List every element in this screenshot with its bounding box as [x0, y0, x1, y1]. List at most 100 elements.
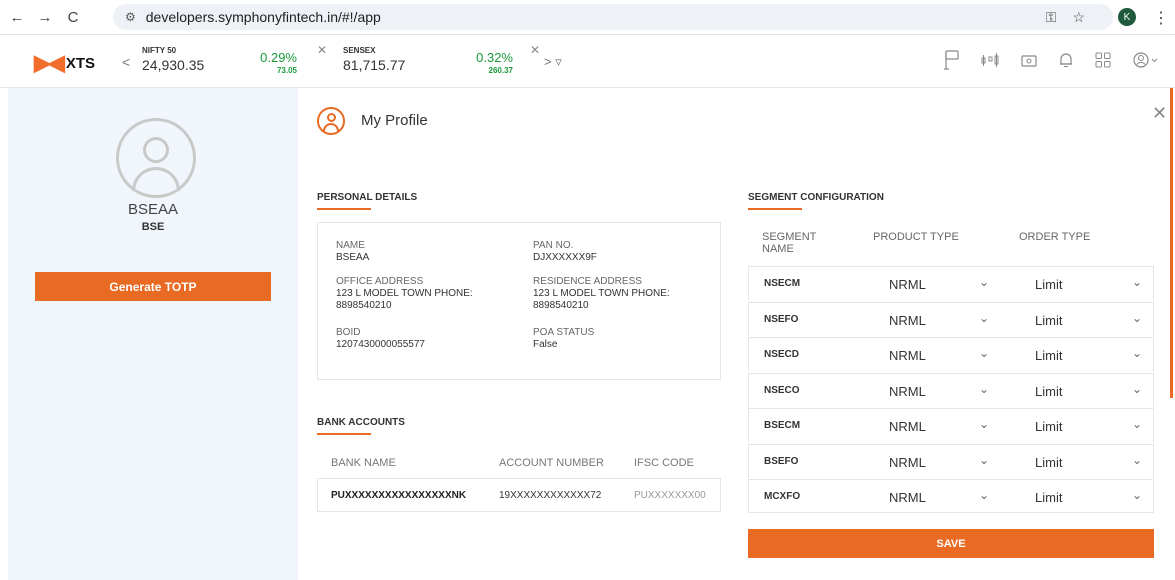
- product-type-select[interactable]: NRML: [889, 384, 926, 399]
- address-bar[interactable]: ⚙ developers.symphonyfintech.in/#!/app: [113, 4, 1113, 30]
- chevron-down-icon[interactable]: ⌄: [979, 417, 989, 431]
- chevron-down-icon[interactable]: ⌄: [1132, 417, 1142, 431]
- table-row: NSECD NRML ⌄ Limit ⌄: [748, 337, 1154, 371]
- chevron-down-icon[interactable]: ⌄: [979, 382, 989, 396]
- segment-name: NSECD: [764, 349, 800, 360]
- save-button[interactable]: SAVE: [748, 529, 1154, 558]
- product-type-select[interactable]: NRML: [889, 313, 926, 328]
- segment-name: NSECM: [764, 278, 801, 289]
- pan-label: PAN NO.: [533, 240, 574, 251]
- office-address-label: OFFICE ADDRESS: [336, 276, 424, 287]
- ticker-change-pct: 0.32%: [476, 50, 513, 65]
- bank-header-ifsc: IFSC CODE: [634, 457, 694, 469]
- back-icon[interactable]: ←: [6, 6, 28, 28]
- poa-status-label: POA STATUS: [533, 327, 595, 338]
- chevron-down-icon[interactable]: ⌄: [979, 275, 989, 289]
- chevron-down-icon[interactable]: ⌄: [979, 346, 989, 360]
- section-underline: [748, 208, 802, 210]
- chevron-down-icon[interactable]: ⌄: [1132, 275, 1142, 289]
- table-row: BSEFO NRML ⌄ Limit ⌄: [748, 443, 1154, 478]
- product-type-select[interactable]: NRML: [889, 348, 926, 363]
- segment-name: MCXFO: [764, 491, 801, 502]
- profile-icon: [317, 107, 345, 135]
- ticker-change-pct: 0.29%: [260, 50, 297, 65]
- personal-details-title: PERSONAL DETAILS: [317, 192, 418, 203]
- residence-address-value: 123 L MODEL TOWN PHONE: 8898540210: [533, 288, 670, 311]
- profile-avatar[interactable]: K: [1118, 8, 1136, 26]
- url-text: developers.symphonyfintech.in/#!/app: [145, 9, 381, 25]
- residence-address-label: RESIDENCE ADDRESS: [533, 276, 642, 287]
- app-header: ▶◀ XTS < NIFTY 50 24,930.35 0.29% 73.05 …: [0, 36, 1175, 88]
- bank-name-cell: PUXXXXXXXXXXXXXXXXNK: [331, 490, 467, 501]
- section-underline: [317, 433, 371, 435]
- chevron-down-icon[interactable]: ⌄: [979, 488, 989, 502]
- segment-name: NSECO: [764, 384, 800, 396]
- bank-header-name: BANK NAME: [331, 457, 396, 469]
- wallet-icon[interactable]: [1021, 54, 1037, 71]
- chevron-down-icon[interactable]: ⌄: [1132, 346, 1142, 360]
- table-row: BSECM NRML ⌄ Limit ⌄: [748, 408, 1154, 442]
- personal-details-card: NAME BSEAA PAN NO. DJXXXXXX9F OFFICE ADD…: [317, 222, 721, 380]
- order-type-select[interactable]: Limit: [1035, 419, 1062, 434]
- segment-name: BSECM: [764, 420, 801, 431]
- product-type-select[interactable]: NRML: [889, 277, 926, 292]
- user-name: BSEAA: [127, 201, 179, 218]
- order-type-select[interactable]: Limit: [1035, 384, 1062, 399]
- name-label: NAME: [336, 240, 365, 251]
- table-row: NSECO NRML ⌄ Limit ⌄: [748, 372, 1154, 407]
- table-row: PUXXXXXXXXXXXXXXXXNK 19XXXXXXXXXXXX72 PU…: [317, 478, 721, 512]
- user-menu-icon[interactable]: [1133, 52, 1159, 72]
- generate-totp-button[interactable]: Generate TOTP: [35, 272, 271, 301]
- segment-name: BSEFO: [764, 455, 799, 467]
- bell-icon[interactable]: [1059, 52, 1073, 72]
- order-type-select[interactable]: Limit: [1035, 455, 1062, 470]
- chevron-down-icon[interactable]: ⌄: [1132, 453, 1142, 467]
- boid-label: BOID: [336, 327, 361, 338]
- close-icon[interactable]: ✕: [1152, 103, 1167, 124]
- ticker-change-val: 260.37: [488, 66, 513, 75]
- order-type-select[interactable]: Limit: [1035, 313, 1062, 328]
- segment-header-name: SEGMENT NAME: [762, 231, 817, 255]
- segment-config-title: SEGMENT CONFIGURATION: [748, 192, 884, 203]
- forward-icon[interactable]: →: [34, 6, 56, 28]
- candlestick-icon[interactable]: [981, 53, 999, 71]
- site-info-icon[interactable]: ⚙: [125, 10, 136, 24]
- ifsc-code-cell: PUXXXXXXX00: [634, 490, 706, 501]
- logo-mark-icon: ▶◀: [34, 50, 65, 75]
- order-type-select[interactable]: Limit: [1035, 348, 1062, 363]
- product-type-select[interactable]: NRML: [889, 490, 926, 505]
- chevron-down-icon[interactable]: ⌄: [1132, 382, 1142, 396]
- close-icon[interactable]: ✕: [530, 43, 540, 57]
- ipo-icon[interactable]: [943, 50, 959, 74]
- ticker-next-icon[interactable]: > ▿: [544, 54, 562, 70]
- user-exchange: BSE: [141, 221, 165, 233]
- apps-grid-icon[interactable]: [1095, 52, 1111, 72]
- ticker-prev-icon[interactable]: <: [122, 54, 130, 70]
- table-row: NSEFO NRML ⌄ Limit ⌄: [748, 301, 1154, 336]
- segment-name: NSEFO: [764, 313, 799, 325]
- xts-logo[interactable]: ▶◀ XTS: [34, 50, 95, 76]
- poa-status-value: False: [533, 339, 558, 350]
- header-actions: [943, 50, 1159, 74]
- bank-accounts-title: BANK ACCOUNTS: [317, 417, 405, 428]
- close-icon[interactable]: ✕: [317, 43, 327, 57]
- browser-menu-icon[interactable]: ⋮: [1153, 8, 1169, 28]
- profile-sidebar: BSEAA BSE Generate TOTP: [8, 88, 298, 580]
- product-type-select[interactable]: NRML: [889, 419, 926, 434]
- browser-toolbar: ← → C ⚙ developers.symphonyfintech.in/#!…: [0, 0, 1175, 35]
- star-icon[interactable]: ☆: [1072, 9, 1085, 26]
- pan-value: DJXXXXXX9F: [533, 252, 597, 263]
- chevron-down-icon[interactable]: ⌄: [1132, 311, 1142, 325]
- chevron-down-icon[interactable]: ⌄: [979, 311, 989, 325]
- ticker-sensex[interactable]: SENSEX 81,715.77 0.32% 260.37 ✕: [343, 43, 540, 75]
- chevron-down-icon[interactable]: ⌄: [979, 453, 989, 467]
- order-type-select[interactable]: Limit: [1035, 490, 1062, 505]
- ticker-nifty[interactable]: NIFTY 50 24,930.35 0.29% 73.05 ✕: [142, 43, 327, 75]
- section-underline: [317, 208, 371, 210]
- product-type-select[interactable]: NRML: [889, 455, 926, 470]
- chevron-down-icon[interactable]: ⌄: [1132, 488, 1142, 502]
- key-icon[interactable]: ⚿: [1046, 9, 1057, 26]
- reload-icon[interactable]: C: [62, 6, 84, 28]
- scrollbar[interactable]: [1170, 88, 1173, 398]
- order-type-select[interactable]: Limit: [1035, 277, 1062, 292]
